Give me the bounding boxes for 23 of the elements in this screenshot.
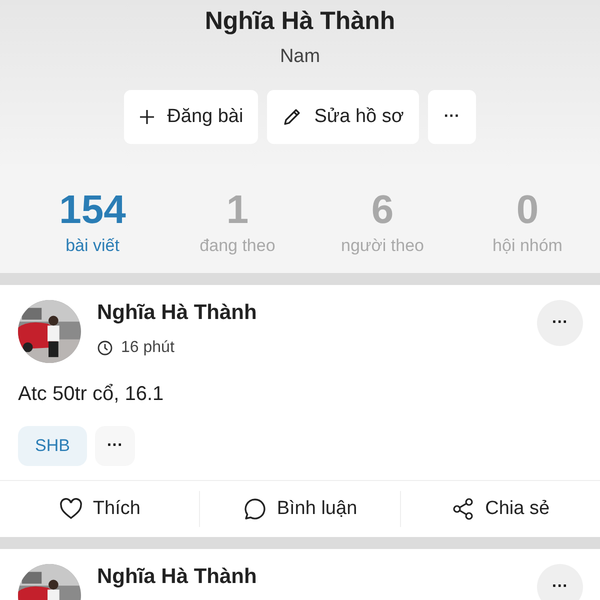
clock-icon [97,340,113,356]
author-name[interactable]: Nghĩa Hà Thành [97,565,537,589]
author-name[interactable]: Nghĩa Hà Thành [97,301,537,325]
profile-name: Nghĩa Hà Thành [204,6,396,37]
comment-button[interactable]: Bình luận [200,485,400,533]
more-button[interactable]: ··· [94,426,135,466]
tag-chip[interactable]: SHB [18,426,87,466]
heart-icon [58,498,83,520]
more-button[interactable]: ··· [537,300,583,346]
new-post-button[interactable]: Đăng bài [124,90,258,144]
plus-icon [139,109,156,125]
post-time: 16 phút [121,339,174,357]
more-button[interactable]: ··· [537,564,583,600]
like-button[interactable]: Thích [0,485,200,533]
share-button[interactable]: Chia sẻ [400,485,600,533]
profile-gender: Nam [280,46,320,68]
more-button[interactable]: ··· [428,90,476,144]
pencil-icon [282,107,302,127]
speech-bubble-icon [242,497,267,521]
share-icon [451,497,476,521]
post-text: Atc 50tr cổ, 16.1 [18,383,165,406]
stat-tab[interactable]: 154 bài viết [20,171,165,273]
edit-profile-button[interactable]: Sửa hồ sơ [267,90,419,144]
